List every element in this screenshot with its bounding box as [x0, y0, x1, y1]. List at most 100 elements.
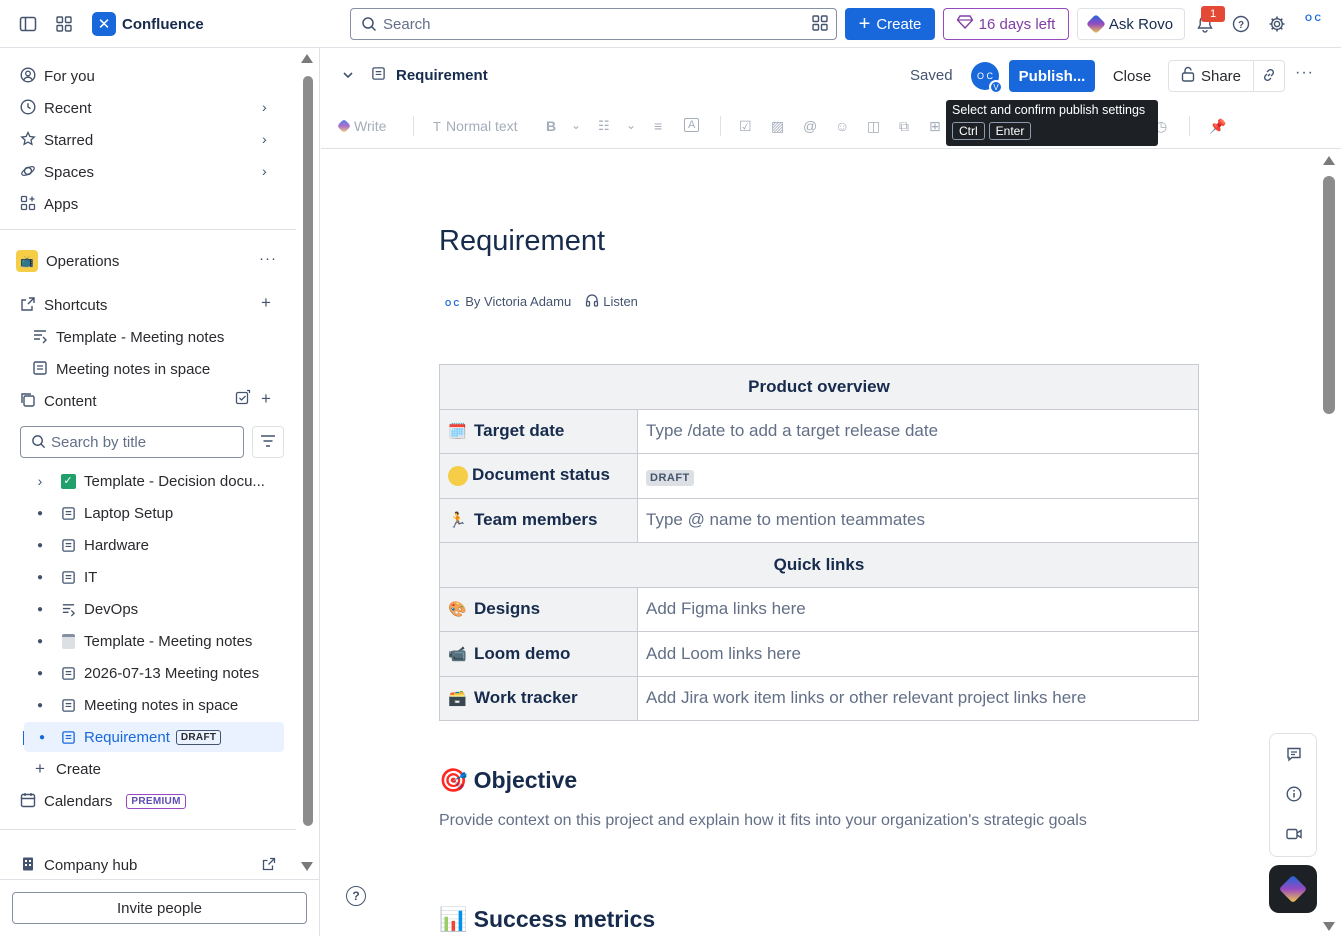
author[interactable]: O C By Victoria Adamu: [445, 294, 571, 309]
invite-people-button[interactable]: Invite people: [12, 892, 307, 924]
sidebar-item-recent[interactable]: Recent: [20, 94, 92, 122]
share-button[interactable]: Share: [1168, 60, 1254, 92]
sidebar-item-spaces[interactable]: Spaces: [20, 158, 94, 186]
comment-icon[interactable]: [1285, 745, 1303, 763]
copy-link-button[interactable]: [1253, 60, 1285, 92]
tree-item-requirement[interactable]: ● Requirement DRAFT: [24, 722, 284, 752]
video-camera-icon[interactable]: [1285, 825, 1303, 843]
confluence-logo[interactable]: ✕ Confluence: [92, 12, 204, 36]
objective-heading[interactable]: 🎯 Objective: [439, 767, 577, 794]
chevron-down-icon[interactable]: [341, 68, 355, 85]
tree-item-meeting-notes-in-space[interactable]: ● Meeting notes in space: [20, 690, 284, 720]
sidebar-item-calendars[interactable]: Calendars PREMIUM: [20, 787, 186, 815]
table-cell-key[interactable]: 📹 Loom demo: [439, 631, 638, 677]
shortcut-template-meeting-notes[interactable]: Template - Meeting notes: [32, 323, 224, 351]
settings-gear-icon[interactable]: [1265, 12, 1289, 36]
table-cell-key[interactable]: 🗃️ Work tracker: [439, 675, 638, 721]
filter-button[interactable]: [252, 426, 284, 458]
text-color-icon[interactable]: A: [684, 118, 700, 132]
text-style-dropdown[interactable]: T Normal text: [433, 118, 518, 134]
macro-icon[interactable]: ⧉: [899, 118, 909, 135]
search-filter-icon[interactable]: [812, 15, 828, 34]
create-button[interactable]: + Create: [845, 8, 935, 40]
table-cell-value[interactable]: Add Figma links here: [637, 586, 1199, 632]
tree-item-it[interactable]: ● IT: [20, 562, 284, 592]
chevron-down-icon[interactable]: ⌄: [626, 118, 636, 132]
status-badge[interactable]: DRAFT: [646, 469, 694, 486]
sidebar-item-shortcuts[interactable]: Shortcuts: [20, 291, 107, 319]
scrollbar-thumb[interactable]: [303, 76, 313, 826]
rovo-chat-button[interactable]: [1269, 865, 1317, 913]
sidebar-item-for-you[interactable]: For you: [20, 62, 95, 90]
sidebar-item-starred[interactable]: Starred: [20, 126, 93, 154]
close-button[interactable]: Close: [1103, 60, 1161, 92]
table-cell-value[interactable]: DRAFT: [637, 453, 1199, 499]
pin-icon[interactable]: 📌: [1209, 118, 1226, 135]
bold-button[interactable]: B: [546, 118, 556, 134]
shortcut-meeting-notes-in-space[interactable]: Meeting notes in space: [32, 355, 210, 383]
help-icon[interactable]: ?: [346, 886, 366, 906]
collaborator-avatar[interactable]: O C V: [971, 62, 1003, 94]
objective-text[interactable]: Provide context on this project and expl…: [439, 812, 1087, 830]
tree-item-laptop-setup[interactable]: ● Laptop Setup: [20, 498, 284, 528]
add-shortcut-icon[interactable]: +: [261, 293, 271, 313]
sidebar-create-button[interactable]: + Create: [32, 755, 101, 783]
chevron-right-icon[interactable]: ›: [20, 473, 60, 489]
tree-item-hardware[interactable]: ● Hardware: [20, 530, 284, 560]
scroll-up-icon[interactable]: [1323, 156, 1335, 165]
sidebar-item-company-hub[interactable]: Company hub: [20, 851, 137, 879]
scroll-down-icon[interactable]: [1323, 922, 1335, 931]
table-cell-key[interactable]: Document status: [439, 453, 638, 499]
success-metrics-heading[interactable]: 📊 Success metrics: [439, 906, 655, 933]
task-icon[interactable]: ☑: [739, 118, 752, 135]
listen-button[interactable]: Listen: [585, 293, 638, 310]
more-actions-icon[interactable]: ···: [259, 250, 277, 267]
sidebar-item-content[interactable]: Content: [20, 387, 97, 415]
table-cell-value[interactable]: Add Loom links here: [637, 631, 1199, 677]
product-overview-table[interactable]: Product overview 🗓️ Target date Type /dat…: [439, 364, 1199, 721]
sidebar-item-apps[interactable]: Apps: [20, 190, 78, 218]
chevron-right-icon[interactable]: ›: [262, 131, 267, 147]
tree-item-decision-doc[interactable]: › ✓ Template - Decision docu...: [20, 466, 284, 496]
scroll-down-icon[interactable]: [301, 862, 313, 871]
tree-item-2026-07-13-meeting-notes[interactable]: ● 2026-07-13 Meeting notes: [20, 658, 284, 688]
space-operations[interactable]: 📺 Operations: [16, 247, 119, 275]
help-icon[interactable]: ?: [1229, 12, 1253, 36]
search-by-title-input[interactable]: Search by title: [20, 426, 244, 458]
emoji-icon[interactable]: ☺: [835, 118, 849, 134]
editor-content[interactable]: Requirement O C By Victoria Adamu Listen …: [321, 149, 1321, 936]
trial-button[interactable]: 16 days left: [943, 8, 1069, 40]
external-link-icon[interactable]: [262, 857, 276, 874]
align-icon[interactable]: ≡: [654, 118, 662, 134]
table-cell-key[interactable]: 🏃 Team members: [439, 497, 638, 543]
table-cell-key[interactable]: 🗓️ Target date: [439, 408, 638, 454]
more-actions-icon[interactable]: ···: [1295, 64, 1314, 82]
tree-item-devops[interactable]: ● DevOps: [20, 594, 284, 624]
sidebar-scrollbar[interactable]: [301, 54, 313, 871]
ask-rovo-button[interactable]: Ask Rovo: [1077, 8, 1185, 40]
tree-item-template-meeting-notes[interactable]: ● Template - Meeting notes: [20, 626, 284, 656]
layout-icon[interactable]: ◫: [867, 118, 880, 135]
image-icon[interactable]: ▨: [771, 118, 784, 135]
table-header[interactable]: Product overview: [439, 364, 1199, 410]
global-search-input[interactable]: Search: [350, 8, 837, 40]
breadcrumb[interactable]: Requirement: [371, 66, 488, 85]
info-icon[interactable]: [1285, 785, 1303, 803]
table-cell-value[interactable]: Type @ name to mention teammates: [637, 497, 1199, 543]
table-header[interactable]: Quick links: [439, 542, 1199, 588]
table-cell-value[interactable]: Add Jira work item links or other releva…: [637, 675, 1199, 721]
create-content-icon[interactable]: +: [261, 389, 271, 409]
user-avatar[interactable]: O C: [1301, 13, 1325, 35]
bullet-list-icon[interactable]: ☷: [598, 118, 610, 134]
add-to-content-icon[interactable]: [235, 389, 251, 408]
app-switcher-icon[interactable]: [52, 12, 76, 36]
scrollbar-thumb[interactable]: [1323, 176, 1335, 414]
chevron-down-icon[interactable]: ⌄: [571, 118, 581, 132]
table-icon[interactable]: ⊞: [929, 118, 941, 135]
chevron-right-icon[interactable]: ›: [262, 163, 267, 179]
mention-icon[interactable]: @: [803, 118, 817, 134]
scroll-up-icon[interactable]: [301, 54, 313, 63]
table-cell-key[interactable]: 🎨 Designs: [439, 586, 638, 632]
chevron-right-icon[interactable]: ›: [262, 99, 267, 115]
table-cell-value[interactable]: Type /date to add a target release date: [637, 408, 1199, 454]
